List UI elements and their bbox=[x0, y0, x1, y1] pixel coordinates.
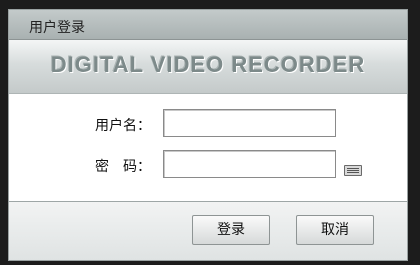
keyboard-icon[interactable] bbox=[344, 165, 362, 176]
brand-banner: DIGITAL VIDEO RECORDER bbox=[9, 40, 407, 94]
username-row: 用户名： bbox=[9, 109, 407, 137]
login-button[interactable]: 登录 bbox=[192, 215, 270, 245]
password-input[interactable] bbox=[163, 150, 336, 178]
brand-title: DIGITAL VIDEO RECORDER bbox=[50, 52, 366, 77]
cancel-button[interactable]: 取消 bbox=[296, 215, 374, 245]
dialog-footer: 登录 取消 bbox=[9, 201, 407, 260]
username-label: 用户名： bbox=[95, 118, 151, 134]
username-input[interactable] bbox=[163, 109, 336, 137]
password-label: 密 码： bbox=[95, 159, 151, 175]
login-dialog: 用户登录 DIGITAL VIDEO RECORDER 用户名： 密 码： 登录… bbox=[8, 9, 408, 261]
dialog-title: 用户登录 bbox=[29, 20, 85, 36]
dialog-titlebar[interactable]: 用户登录 bbox=[9, 10, 407, 40]
password-row: 密 码： bbox=[9, 150, 407, 178]
